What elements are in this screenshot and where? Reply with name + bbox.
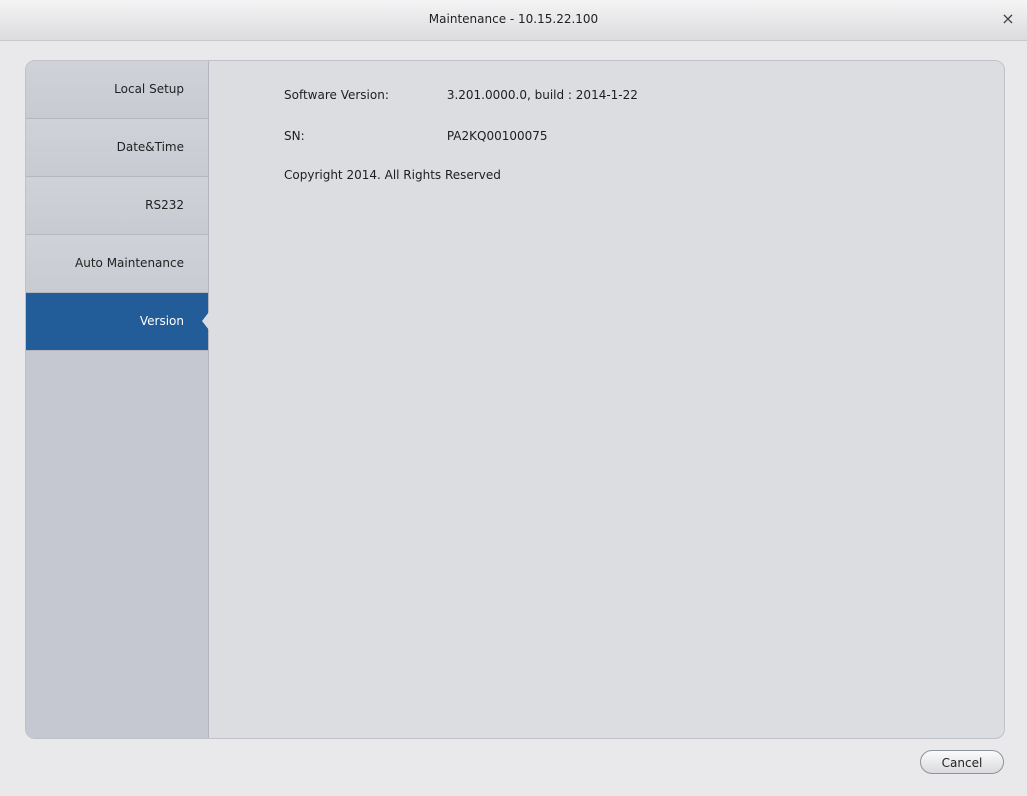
sn-value: PA2KQ00100075 [446,129,548,143]
software-version-value: 3.201.0000.0, build : 2014-1-22 [446,88,638,102]
software-version-label: Software Version: [284,88,389,102]
sidebar-item-rs232[interactable]: RS232 [26,177,208,235]
sidebar: Local Setup Date&Time RS232 Auto Mainten… [26,61,209,738]
copyright-text: Copyright 2014. All Rights Reserved [284,168,501,182]
close-icon[interactable]: × [997,8,1019,30]
title-bar: Maintenance - 10.15.22.100 × [0,0,1027,41]
sidebar-item-label: Local Setup [114,82,184,96]
software-version-row: Software Version: 3.201.0000.0, build : … [284,88,638,102]
sidebar-item-local-setup[interactable]: Local Setup [26,61,208,119]
sidebar-item-date-time[interactable]: Date&Time [26,119,208,177]
sn-label: SN: [284,129,305,143]
maintenance-panel: Local Setup Date&Time RS232 Auto Mainten… [25,60,1005,739]
sidebar-item-label: Date&Time [116,140,184,154]
cancel-button[interactable]: Cancel [920,750,1004,774]
sidebar-item-version[interactable]: Version [26,293,209,351]
version-content: Software Version: 3.201.0000.0, build : … [209,61,1004,738]
sidebar-item-label: Auto Maintenance [75,256,184,270]
sidebar-item-auto-maintenance[interactable]: Auto Maintenance [26,235,208,293]
sidebar-item-label: Version [139,314,184,328]
window-title: Maintenance - 10.15.22.100 [428,12,599,26]
active-pointer-icon [202,312,209,330]
sn-row: SN: PA2KQ00100075 [284,129,548,143]
sidebar-item-label: RS232 [145,198,184,212]
